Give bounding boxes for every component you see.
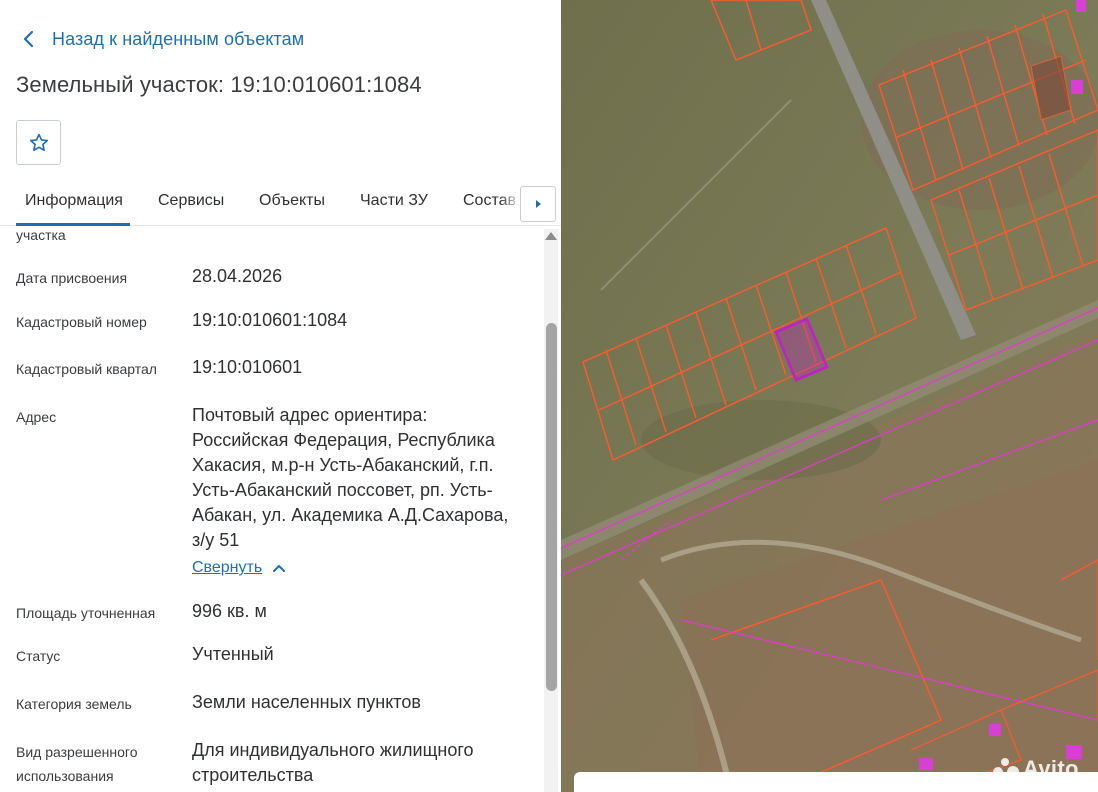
triangle-right-icon xyxy=(535,200,541,208)
tab-information[interactable]: Информация xyxy=(25,192,123,210)
page-title: Земельный участок: 19:10:010601:1084 xyxy=(16,72,422,97)
field-value: 19:10:010601:1084 xyxy=(192,310,348,330)
label-line: Вид разрешенного xyxy=(16,744,138,760)
address-line: Российская Федерация, Республика xyxy=(192,430,495,450)
field-value: 28.04.2026 xyxy=(192,266,283,286)
tabs-fade xyxy=(500,186,522,220)
address-line: з/у 51 xyxy=(192,530,240,550)
active-tab-indicator xyxy=(16,223,130,226)
field-label: Статус xyxy=(16,648,61,664)
tab-bar: Информация Сервисы Объекты Части ЗУ Сост… xyxy=(0,180,561,226)
address-line: Почтовый адрес ориентира: xyxy=(192,405,428,425)
collapse-label: Свернуть xyxy=(192,559,263,576)
chevron-up-icon xyxy=(273,565,286,572)
tab-services[interactable]: Сервисы xyxy=(158,192,224,210)
object-info-panel: Назад к найденным объектам Земельный уча… xyxy=(0,0,561,792)
field-label: Кадастровый номер xyxy=(16,314,147,330)
label-line: использования xyxy=(16,768,114,784)
scrollbar-thumb[interactable] xyxy=(546,323,557,691)
tab-parcel-parts[interactable]: Части ЗУ xyxy=(360,192,428,210)
triangle-up-icon[interactable] xyxy=(545,232,557,240)
address-line: Усть-Абаканский поссовет, рп. Усть- xyxy=(192,480,493,500)
map-popup-card[interactable] xyxy=(574,772,1098,792)
chevron-left-icon xyxy=(23,30,34,48)
field-label: Адрес xyxy=(16,409,57,425)
field-value: 19:10:010601 xyxy=(192,357,303,377)
address-line: Хакасия, м.р-н Усть-Абаканский, г.п. xyxy=(192,455,494,475)
field-label: Категория земель xyxy=(16,696,132,712)
field-value: Учтенный xyxy=(192,644,274,664)
back-link-label: Назад к найденным объектам xyxy=(52,28,305,49)
tab-objects[interactable]: Объекты xyxy=(259,192,325,210)
back-to-results-link[interactable]: Назад к найденным объектам xyxy=(18,26,304,52)
favorite-button[interactable] xyxy=(16,120,61,165)
field-label: Дата присвоения xyxy=(16,270,128,286)
field-value: 996 кв. м xyxy=(192,601,267,621)
field-value: Для индивидуального жилищного строительс… xyxy=(192,738,532,788)
map-view[interactable]: Avito xyxy=(561,0,1098,792)
address-line: Абакан, ул. Академика А.Д.Сахарова, xyxy=(192,505,509,525)
satellite-map xyxy=(561,0,1098,792)
address-value: Почтовый адрес ориентира: Российская Фед… xyxy=(192,403,532,553)
collapse-link[interactable]: Свернуть xyxy=(192,559,286,577)
info-content: участка Дата присвоения 28.04.2026 Кадас… xyxy=(0,227,540,792)
value-line: Для индивидуального жилищного xyxy=(192,740,474,760)
tabs-scroll-right-button[interactable] xyxy=(520,186,556,222)
field-label: Площадь уточненная xyxy=(16,605,156,621)
field-value: Земли населенных пунктов xyxy=(192,692,421,712)
star-outline-icon xyxy=(29,133,48,151)
value-line: строительства xyxy=(192,765,314,785)
field-label: Вид разрешенного использования xyxy=(16,740,137,788)
field-label: участка xyxy=(16,227,66,243)
field-label: Кадастровый квартал xyxy=(16,361,157,377)
